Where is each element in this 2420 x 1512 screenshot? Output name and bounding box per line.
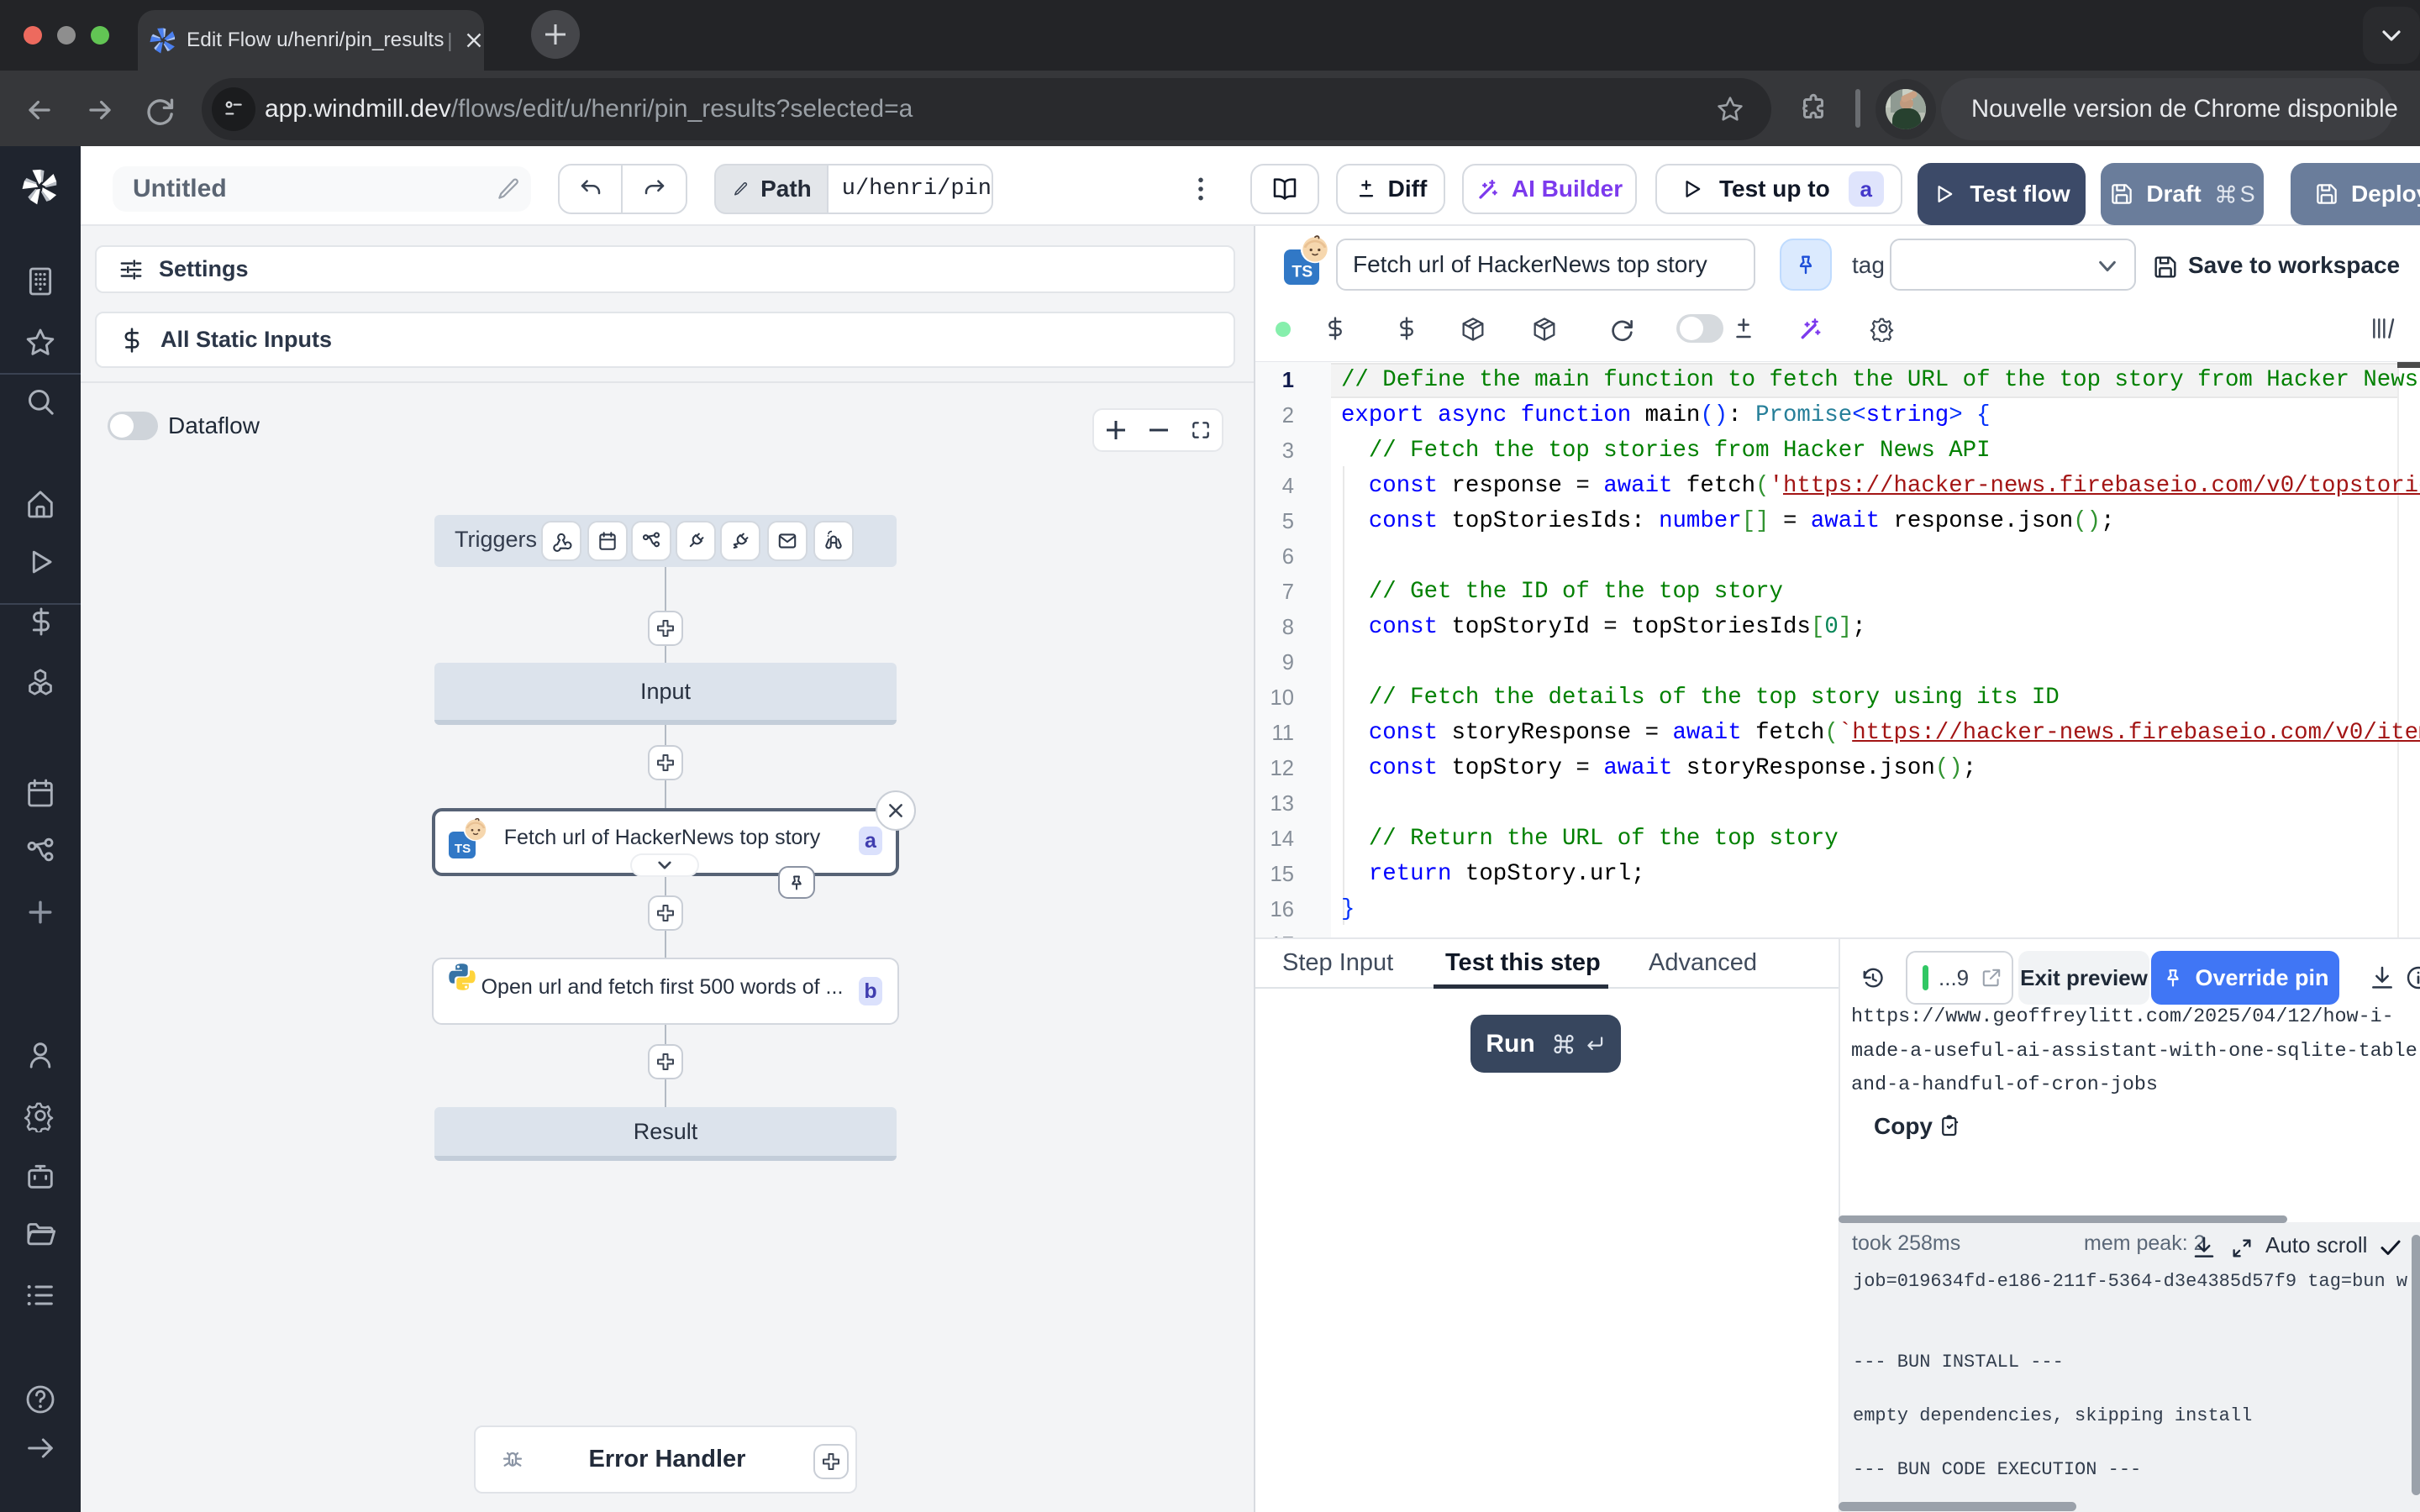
- svg-text:TS: TS: [1292, 263, 1313, 281]
- svg-text:TS: TS: [455, 842, 471, 856]
